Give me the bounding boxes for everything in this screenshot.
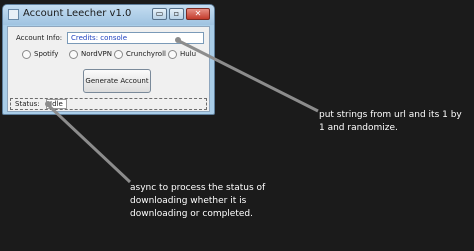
arrow-dot-status: [45, 101, 51, 107]
arrow-dot-credits: [175, 37, 181, 43]
arrow-line-status: [45, 102, 132, 184]
annotation-url-strings: put strings from url and its 1 by 1 and …: [319, 110, 462, 133]
annotation-async-status: async to process the status of downloadi…: [130, 183, 266, 219]
arrow-line-credits: [176, 38, 319, 113]
